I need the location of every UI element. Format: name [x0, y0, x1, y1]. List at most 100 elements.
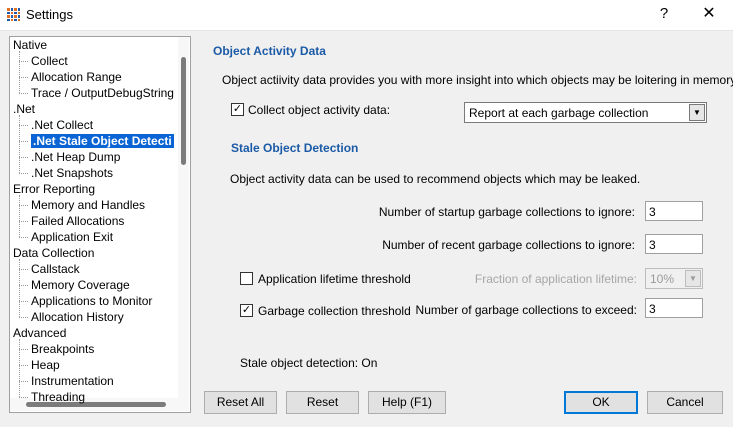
tree-item-label: Trace / OutputDebugString [31, 86, 174, 100]
startup-gc-label: Number of startup garbage collections to… [378, 205, 635, 219]
tree-item-label: Failed Allocations [31, 214, 125, 228]
tree-connector [19, 365, 28, 366]
object-activity-description: Object actiivity data provides you with … [222, 73, 733, 87]
tree-item-label: Memory Coverage [31, 278, 130, 292]
tree-item[interactable]: Memory and Handles [31, 197, 145, 213]
tree-connector [19, 339, 20, 397]
tree-connector [19, 157, 28, 158]
tree-item-label: Breakpoints [31, 342, 95, 356]
tree-item-label: .Net Snapshots [31, 166, 114, 180]
tree-connector [19, 51, 20, 93]
tree-item[interactable]: Allocation History [31, 309, 124, 325]
tree-item-label: Applications to Monitor [31, 294, 153, 308]
stale-detection-heading: Stale Object Detection [231, 141, 359, 155]
fraction-lifetime-select[interactable]: 10% ▼ [645, 268, 703, 289]
tree-item[interactable]: Application Exit [31, 229, 113, 245]
tree-item-label: .Net Heap Dump [31, 150, 121, 164]
gc-threshold-checkbox[interactable]: ✓ [240, 304, 253, 317]
tree-item[interactable]: Heap [31, 357, 60, 373]
tree-item-label: Allocation Range [31, 70, 122, 84]
object-activity-heading: Object Activity Data [213, 44, 326, 58]
tree-connector [19, 221, 28, 222]
tree-vertical-scrollbar[interactable] [178, 37, 189, 398]
tree-vertical-scroll-thumb[interactable] [181, 57, 186, 165]
tree-item-label: Heap [31, 358, 60, 372]
help-button[interactable]: Help (F1) [368, 391, 446, 414]
fraction-lifetime-label: Fraction of application lifetime: [474, 272, 637, 286]
close-button[interactable]: ✕ [694, 3, 724, 25]
tree-item-label: Advanced [13, 326, 67, 340]
collect-activity-checkbox[interactable]: ✓ [231, 103, 244, 116]
tree-connector [19, 77, 28, 78]
tree-connector [19, 141, 28, 142]
tree-item[interactable]: Failed Allocations [31, 213, 124, 229]
tree-item[interactable]: Error Reporting [13, 181, 95, 197]
gc-exceed-label: Number of garbage collections to exceed: [415, 303, 637, 317]
tree-item[interactable]: Breakpoints [31, 341, 94, 357]
app-icon [7, 8, 20, 21]
lifetime-threshold-checkbox[interactable] [240, 272, 253, 285]
startup-gc-input[interactable]: 3 [645, 201, 703, 221]
cancel-button[interactable]: Cancel [647, 391, 723, 414]
collect-mode-value: Report at each garbage collection [469, 106, 649, 120]
tree-connector [19, 173, 28, 174]
tree-connector [19, 381, 28, 382]
fraction-lifetime-value: 10% [650, 272, 675, 286]
tree-connector [19, 61, 28, 62]
chevron-down-icon[interactable]: ▼ [689, 104, 705, 121]
tree-item[interactable]: Memory Coverage [31, 277, 130, 293]
tree-item[interactable]: .Net Snapshots [31, 165, 113, 181]
chevron-down-icon[interactable]: ▼ [685, 270, 701, 287]
collect-activity-label: Collect object activity data: [248, 103, 391, 117]
tree-item-label: Callstack [31, 262, 80, 276]
tree-item[interactable]: Collect [31, 53, 68, 69]
tree-connector [19, 115, 20, 173]
tree-item[interactable]: .Net Collect [31, 117, 93, 133]
tree-item[interactable]: Callstack [31, 261, 80, 277]
ok-button[interactable]: OK [564, 391, 638, 414]
gc-threshold-label: Garbage collection threshold [258, 304, 411, 318]
tree-item[interactable]: .Net [13, 101, 35, 117]
tree-connector [19, 125, 28, 126]
tree-item-label: Error Reporting [13, 182, 96, 196]
tree-item[interactable]: Instrumentation [31, 373, 114, 389]
tree-item[interactable]: Allocation Range [31, 69, 122, 85]
tree-item-label: Allocation History [31, 310, 124, 324]
tree-item[interactable]: Data Collection [13, 245, 94, 261]
recent-gc-input[interactable]: 3 [645, 234, 703, 254]
tree-item[interactable]: Trace / OutputDebugString [31, 85, 174, 101]
tree-item[interactable]: Threading [31, 389, 85, 405]
gc-exceed-input[interactable]: 3 [645, 298, 703, 318]
tree-connector [19, 317, 28, 318]
reset-all-button[interactable]: Reset All [204, 391, 277, 414]
tree-item-label: Memory and Handles [31, 198, 146, 212]
tree-item-label: Instrumentation [31, 374, 114, 388]
tree-connector [19, 301, 28, 302]
help-title-button[interactable]: ? [650, 3, 678, 25]
tree-item-label: .Net [13, 102, 36, 116]
tree-item[interactable]: Advanced [13, 325, 66, 341]
collect-mode-select[interactable]: Report at each garbage collection ▼ [464, 102, 707, 123]
recent-gc-label: Number of recent garbage collections to … [382, 238, 635, 252]
tree-item-label: Native [13, 38, 48, 52]
settings-tree[interactable]: Native Collect Allocation Range Trace / Out… [9, 36, 191, 413]
tree-item-label: Application Exit [31, 230, 114, 244]
tree-connector [19, 195, 20, 237]
tree-connector [19, 259, 20, 317]
tree-item-label: Collect [31, 54, 68, 68]
stale-detection-description: Object activity data can be used to reco… [230, 172, 641, 186]
tree-item-label: Threading [31, 390, 86, 404]
tree-item-label: Data Collection [13, 246, 95, 260]
tree-connector [19, 285, 28, 286]
reset-button[interactable]: Reset [286, 391, 359, 414]
tree-connector [19, 93, 28, 94]
tree-item[interactable]: .Net Heap Dump [31, 149, 120, 165]
tree-connector [19, 237, 28, 238]
tree-item[interactable]: Applications to Monitor [31, 293, 152, 309]
window-title: Settings [26, 7, 73, 22]
stale-detection-status: Stale object detection: On [240, 356, 378, 370]
title-bar: Settings ? ✕ [0, 0, 733, 31]
tree-connector [19, 205, 28, 206]
tree-item[interactable]: .Net Stale Object Detecti [31, 133, 174, 149]
tree-connector [19, 269, 28, 270]
